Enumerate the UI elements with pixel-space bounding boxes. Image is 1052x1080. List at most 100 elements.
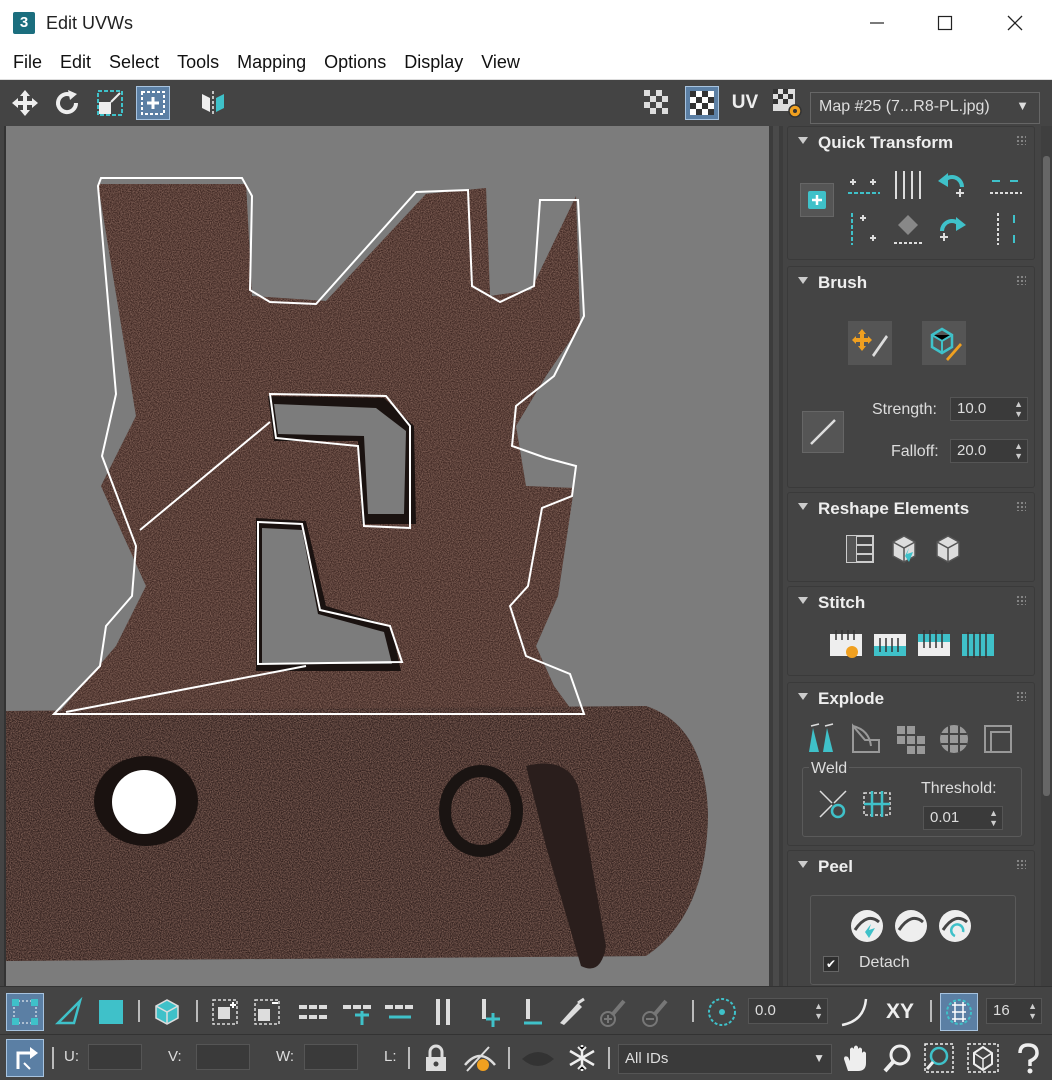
loop-grow-icon[interactable] <box>338 993 376 1031</box>
relax-until-flat-icon[interactable] <box>884 529 924 569</box>
show-map-icon[interactable] <box>685 86 719 120</box>
polygon-mode-icon[interactable] <box>92 993 130 1031</box>
ring-grow-icon[interactable] <box>468 993 506 1031</box>
flatten-custom-icon[interactable] <box>978 719 1018 759</box>
paint-select-remove-icon[interactable] <box>636 993 674 1031</box>
align-horizontal-icon[interactable] <box>844 167 884 203</box>
paint-select-add-icon[interactable] <box>594 993 632 1031</box>
falloff-spinner[interactable]: 20.0 ▲ ▼ <box>950 439 1028 463</box>
paint-move-icon[interactable] <box>848 321 892 365</box>
relax-brush-icon[interactable] <box>922 321 966 365</box>
v-field[interactable] <box>196 1044 250 1070</box>
panel-scrollbar[interactable] <box>1041 126 1052 986</box>
freeze-icon[interactable] <box>562 1039 602 1077</box>
align-vertical-dash-icon[interactable] <box>984 209 1028 249</box>
threshold-spinner[interactable]: 0.01 ▲ ▼ <box>923 806 1003 830</box>
soft-selection-falloff-icon[interactable] <box>836 993 874 1031</box>
uv-toggle[interactable]: UV <box>728 86 762 120</box>
align-vertical-icon[interactable] <box>844 209 884 249</box>
menu-options[interactable]: Options <box>315 52 395 73</box>
help-icon[interactable] <box>1008 1039 1048 1077</box>
zoom-region-icon[interactable] <box>920 1039 958 1077</box>
rollout-header[interactable]: Stitch <box>788 587 1034 617</box>
transform-options-icon[interactable] <box>800 183 834 217</box>
scrollbar-thumb[interactable] <box>1043 156 1050 796</box>
freeform-mode-icon[interactable] <box>136 86 170 120</box>
spinner-arrows-icon[interactable]: ▲ ▼ <box>989 808 998 828</box>
flatten-by-material-icon[interactable] <box>890 719 930 759</box>
stitch-to-target-icon[interactable] <box>870 625 910 665</box>
menu-tools[interactable]: Tools <box>168 52 228 73</box>
hide-icon[interactable] <box>460 1039 500 1077</box>
stitch-average-icon[interactable] <box>958 625 998 665</box>
zoom-extents-icon[interactable] <box>962 1039 1004 1077</box>
minimize-button[interactable] <box>842 0 912 46</box>
move-icon[interactable] <box>8 86 42 120</box>
uv-viewport[interactable] <box>4 126 769 986</box>
material-ids-dropdown[interactable]: All IDs ▼ <box>618 1044 832 1074</box>
stitch-custom-icon[interactable] <box>826 625 866 665</box>
flatten-by-angle-icon[interactable] <box>846 719 886 759</box>
rollout-header[interactable]: Brush <box>788 267 1034 297</box>
map-dropdown[interactable]: Map #25 (7...R8-PL.jpg) ▼ <box>810 92 1040 124</box>
spinner-arrows-icon[interactable]: ▲ ▼ <box>1014 441 1023 461</box>
menu-file[interactable]: File <box>4 52 51 73</box>
map-settings-icon[interactable] <box>770 86 804 120</box>
spinner-arrows-icon[interactable]: ▲ ▼ <box>814 1001 823 1021</box>
spinner-arrows-icon[interactable]: ▲ ▼ <box>1028 1001 1037 1021</box>
rotate-icon[interactable] <box>50 86 84 120</box>
menu-edit[interactable]: Edit <box>51 52 100 73</box>
rollout-header[interactable]: Reshape Elements <box>788 493 1034 523</box>
menu-select[interactable]: Select <box>100 52 168 73</box>
quick-peel-icon[interactable] <box>847 906 887 946</box>
weld-selected-icon[interactable] <box>857 784 897 824</box>
w-field[interactable] <box>304 1044 358 1070</box>
falloff-curve-icon[interactable] <box>802 411 844 453</box>
u-field[interactable] <box>88 1044 142 1070</box>
ring-selection-icon[interactable] <box>424 993 462 1031</box>
ring-shrink-icon[interactable] <box>512 993 550 1031</box>
straighten-icon[interactable] <box>888 209 928 249</box>
rollout-header[interactable]: Explode <box>788 683 1034 713</box>
stitch-to-source-icon[interactable] <box>914 625 954 665</box>
rotate-cw-icon[interactable] <box>932 209 972 249</box>
strength-spinner[interactable]: 10.0 ▲ ▼ <box>950 397 1028 421</box>
edge-distance-spinner[interactable]: 16 ▲ ▼ <box>986 998 1042 1024</box>
vertex-mode-icon[interactable] <box>6 993 44 1031</box>
uv-canvas[interactable] <box>6 126 769 986</box>
unhide-icon[interactable] <box>516 1039 560 1077</box>
mirror-icon[interactable] <box>196 86 230 120</box>
space-vertical-icon[interactable] <box>888 167 928 203</box>
absolute-offset-mode-icon[interactable] <box>6 1039 44 1077</box>
detach-checkbox[interactable]: ✔ <box>823 956 839 972</box>
break-icon[interactable] <box>802 719 842 759</box>
rotate-ccw-icon[interactable] <box>932 167 972 203</box>
scale-icon[interactable] <box>93 86 127 120</box>
weld-target-icon[interactable] <box>813 784 853 824</box>
rollout-header[interactable]: Peel <box>788 851 1034 881</box>
edge-mode-icon[interactable] <box>50 993 88 1031</box>
xy-toggle[interactable]: XY <box>878 993 922 1031</box>
reset-peel-icon[interactable] <box>935 906 975 946</box>
align-horizontal-dash-icon[interactable] <box>984 167 1028 203</box>
panel-splitter[interactable] <box>769 126 783 986</box>
grow-selection-icon[interactable] <box>206 993 244 1031</box>
rollout-header[interactable]: Quick Transform <box>788 127 1034 157</box>
paint-select-icon[interactable] <box>552 993 590 1031</box>
loop-shrink-icon[interactable] <box>380 993 418 1031</box>
pan-icon[interactable] <box>836 1039 874 1077</box>
peel-mode-icon[interactable] <box>891 906 931 946</box>
menu-mapping[interactable]: Mapping <box>228 52 315 73</box>
loop-selection-icon[interactable] <box>294 993 332 1031</box>
maximize-button[interactable] <box>910 0 980 46</box>
menu-display[interactable]: Display <box>395 52 472 73</box>
straighten-selection-icon[interactable] <box>840 529 880 569</box>
relax-icon[interactable] <box>928 529 968 569</box>
edge-distance-icon[interactable] <box>940 993 978 1031</box>
rotation-spinner[interactable]: 0.0 ▲ ▼ <box>748 998 828 1024</box>
zoom-icon[interactable] <box>878 1039 916 1077</box>
element-mode-icon[interactable] <box>148 993 186 1031</box>
checker-pattern-icon[interactable] <box>640 86 674 120</box>
flatten-by-smoothing-icon[interactable] <box>934 719 974 759</box>
menu-view[interactable]: View <box>472 52 529 73</box>
